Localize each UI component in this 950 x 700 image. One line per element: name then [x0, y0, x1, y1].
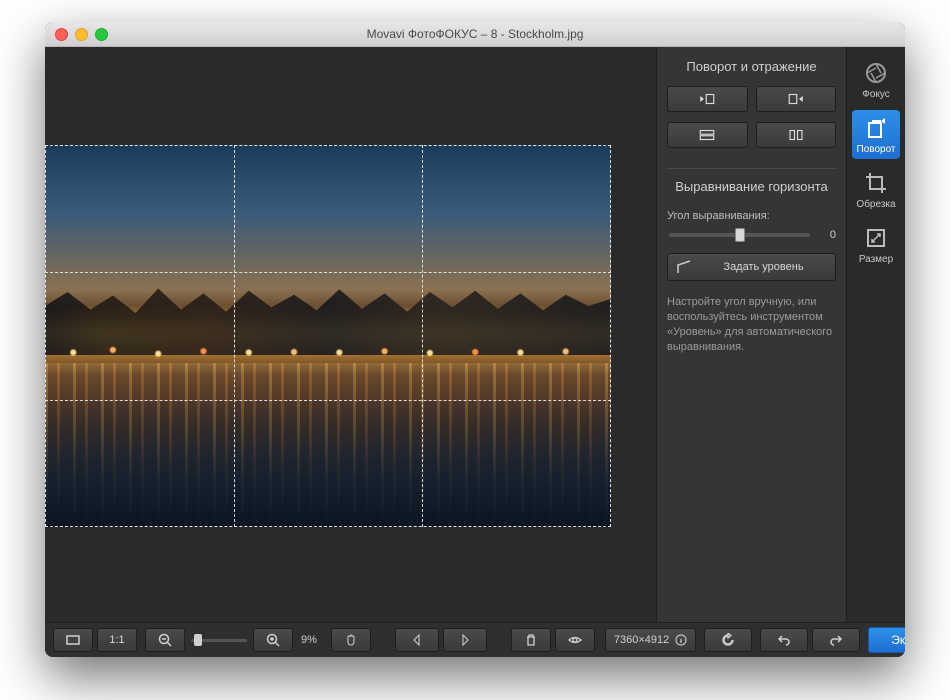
- tool-rotate-label: Поворот: [857, 144, 896, 155]
- bottom-toolbar: 1:1 9%: [45, 622, 905, 657]
- close-window-button[interactable]: [55, 28, 68, 41]
- rotate-right-button[interactable]: [756, 86, 837, 112]
- actual-size-button[interactable]: 1:1: [97, 628, 137, 652]
- next-icon: [458, 633, 472, 647]
- preview-toggle-button[interactable]: [555, 628, 595, 652]
- tool-rotate[interactable]: Поворот: [852, 110, 900, 159]
- redo-button[interactable]: [812, 628, 860, 652]
- tool-resize-label: Размер: [859, 254, 893, 265]
- set-level-button-label: Задать уровень: [700, 261, 827, 273]
- flip-vertical-button[interactable]: [756, 122, 837, 148]
- window-title: Movavi ФотоФОКУС – 8 - Stockholm.jpg: [45, 27, 905, 41]
- info-icon[interactable]: [675, 634, 687, 646]
- fit-to-screen-button[interactable]: [53, 628, 93, 652]
- zoom-in-icon: [266, 633, 280, 647]
- export-button[interactable]: Экспорт: [868, 627, 905, 653]
- actual-size-label: 1:1: [109, 634, 124, 646]
- eye-icon: [568, 633, 582, 647]
- zoom-slider-container: [189, 637, 249, 644]
- fit-screen-icon: [66, 633, 80, 647]
- prev-icon: [410, 633, 424, 647]
- zoom-out-button[interactable]: [145, 628, 185, 652]
- flip-horizontal-button[interactable]: [667, 122, 748, 148]
- image-preview: [45, 145, 611, 527]
- tool-resize[interactable]: Размер: [852, 220, 900, 269]
- undo-button[interactable]: [760, 628, 808, 652]
- angle-slider[interactable]: [669, 233, 810, 237]
- trash-icon: [524, 633, 538, 647]
- panel-section-rotate-title: Поворот и отражение: [667, 55, 836, 82]
- app-window: Movavi ФотоФОКУС – 8 - Stockholm.jpg Пов…: [45, 22, 905, 657]
- image-dimensions: 7360×4912: [614, 634, 669, 646]
- canvas-area[interactable]: [45, 47, 656, 622]
- redo-icon: [829, 633, 843, 647]
- pan-hand-button[interactable]: [331, 628, 371, 652]
- next-image-button[interactable]: [443, 628, 487, 652]
- tool-crop-label: Обрезка: [856, 199, 895, 210]
- tool-focus[interactable]: Фокус: [852, 55, 900, 104]
- angle-label: Угол выравнивания:: [667, 210, 836, 222]
- level-tool-icon: [676, 259, 692, 275]
- angle-value: 0: [818, 229, 836, 241]
- set-level-button[interactable]: Задать уровень: [667, 253, 836, 281]
- minimize-window-button[interactable]: [75, 28, 88, 41]
- rotate-right-icon: [787, 92, 805, 106]
- export-button-label: Экспорт: [891, 633, 905, 647]
- tool-focus-label: Фокус: [862, 89, 890, 100]
- zoom-value: 9%: [297, 634, 321, 646]
- settings-panel: Поворот и отражение: [656, 47, 846, 622]
- undo-icon: [777, 633, 791, 647]
- rotate-left-icon: [698, 92, 716, 106]
- app-body: Поворот и отражение: [45, 47, 905, 622]
- zoom-out-icon: [158, 633, 172, 647]
- reset-button[interactable]: [704, 628, 752, 652]
- panel-help-text: Настройте угол вручную, или воспользуйте…: [667, 295, 836, 354]
- rotate-icon: [864, 116, 888, 140]
- delete-button[interactable]: [511, 628, 551, 652]
- titlebar: Movavi ФотоФОКУС – 8 - Stockholm.jpg: [45, 22, 905, 47]
- image-dimensions-pill: 7360×4912: [605, 628, 696, 652]
- crop-icon: [864, 171, 888, 195]
- hand-icon: [344, 633, 358, 647]
- flip-vertical-icon: [787, 128, 805, 142]
- panel-section-horizon-title: Выравнивание горизонта: [667, 168, 836, 200]
- prev-image-button[interactable]: [395, 628, 439, 652]
- zoom-in-button[interactable]: [253, 628, 293, 652]
- flip-horizontal-icon: [698, 128, 716, 142]
- tool-sidebar: Фокус Поворот Обрезка: [846, 47, 905, 622]
- rotate-left-button[interactable]: [667, 86, 748, 112]
- resize-icon: [864, 226, 888, 250]
- tool-crop[interactable]: Обрезка: [852, 165, 900, 214]
- reset-icon: [721, 633, 735, 647]
- zoom-window-button[interactable]: [95, 28, 108, 41]
- zoom-slider[interactable]: [191, 639, 247, 642]
- window-controls: [55, 28, 108, 41]
- aperture-icon: [864, 61, 888, 85]
